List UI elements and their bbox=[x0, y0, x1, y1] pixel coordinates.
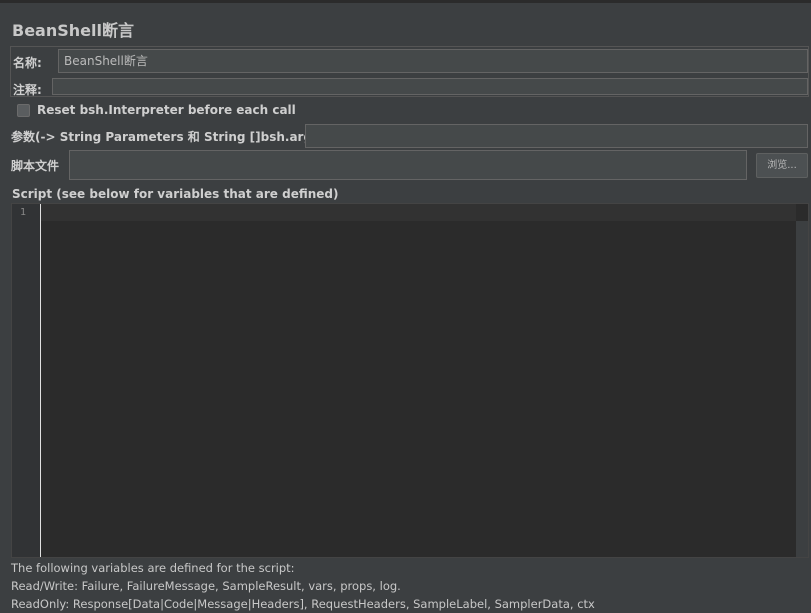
current-line-highlight bbox=[41, 204, 796, 221]
vertical-scrollbar[interactable] bbox=[796, 221, 808, 557]
name-input[interactable]: BeanShell断言 bbox=[58, 49, 808, 73]
variables-info-readonly: ReadOnly: Response[Data|Code|Message|Hea… bbox=[11, 597, 595, 611]
script-file-label: 脚本文件 bbox=[11, 159, 60, 173]
script-editor[interactable]: 1 bbox=[11, 203, 809, 558]
beanshell-assertion-panel: BeanShell断言 名称: BeanShell断言 注释: Reset bs… bbox=[0, 0, 811, 613]
script-file-input[interactable] bbox=[69, 150, 747, 180]
comment-label: 注释: bbox=[13, 83, 42, 97]
line-number-gutter: 1 bbox=[12, 204, 40, 557]
variables-info-heading: The following variables are defined for … bbox=[11, 561, 295, 575]
parameters-label: 参数(-> String Parameters 和 String []bsh.a… bbox=[11, 130, 325, 144]
name-label: 名称: bbox=[13, 56, 42, 70]
text-caret bbox=[40, 204, 41, 557]
variables-info-readwrite: Read/Write: Failure, FailureMessage, Sam… bbox=[11, 579, 401, 593]
parameters-input[interactable] bbox=[305, 124, 808, 148]
reset-interpreter-label: Reset bsh.Interpreter before each call bbox=[37, 103, 296, 117]
reset-interpreter-checkbox[interactable] bbox=[17, 104, 30, 117]
browse-button[interactable]: 浏览... bbox=[756, 153, 808, 178]
script-label: Script (see below for variables that are… bbox=[12, 187, 339, 201]
line-number: 1 bbox=[20, 207, 27, 218]
comment-input[interactable] bbox=[52, 78, 808, 95]
panel-title: BeanShell断言 bbox=[12, 21, 134, 40]
